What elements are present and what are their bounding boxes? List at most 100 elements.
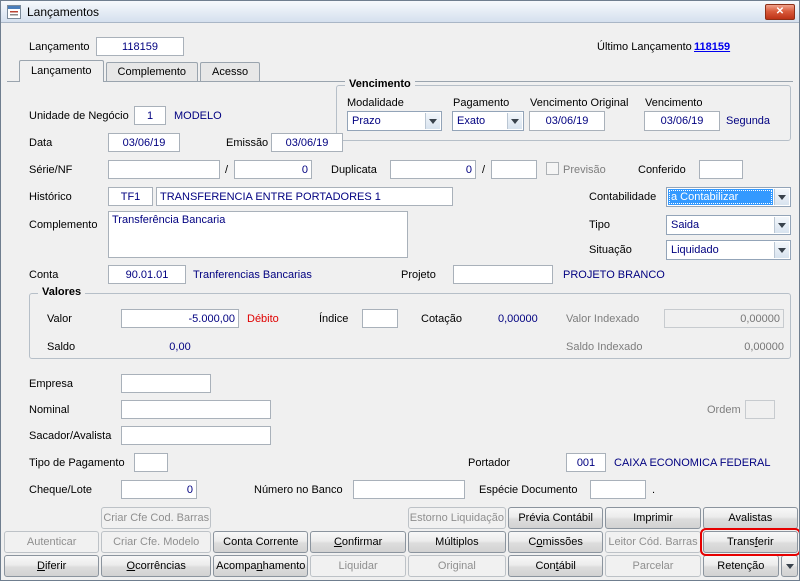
lancamento-label: Lançamento [29, 41, 90, 53]
pagamento-combobox[interactable]: Exato [452, 111, 524, 131]
cotacao-label: Cotação [421, 313, 462, 325]
button-comissoes[interactable]: Comissões [507, 531, 604, 553]
duplicata-input[interactable] [390, 160, 476, 179]
unidade-negocio-input[interactable] [134, 106, 166, 125]
lancamento-number-input[interactable] [96, 37, 184, 56]
tab-lancamento-label: Lançamento [31, 65, 92, 77]
empresa-input[interactable] [121, 374, 211, 393]
situacao-combobox[interactable]: Liquidado [666, 240, 791, 260]
situacao-label: Situação [589, 244, 632, 256]
button-diferir[interactable]: Diferir [4, 555, 100, 577]
tab-strip: Lançamento Complemento Acesso [19, 60, 261, 82]
tab-complemento[interactable]: Complemento [105, 62, 199, 81]
nominal-label: Nominal [29, 404, 70, 416]
modalidade-combobox[interactable]: Prazo [347, 111, 442, 131]
tipo-label: Tipo [589, 219, 610, 231]
button-grid: Criar Cfe Cod. Barras Estorno Liquidação P… [4, 507, 799, 577]
button-criar-cfe-modelo: Criar Cfe. Modelo [101, 531, 212, 553]
button-acompanhamento[interactable]: Acompanhamento [213, 555, 309, 577]
vencimento-original-input[interactable] [529, 111, 605, 131]
saldo-indexado-value: 0,00000 [744, 341, 784, 353]
contabilidade-combobox[interactable]: a Contabilizar [666, 187, 791, 207]
emissao-input[interactable] [271, 133, 343, 152]
serie-nf-separator: / [225, 164, 229, 176]
button-previa-contabil[interactable]: Prévia Contábil [507, 507, 604, 529]
sacador-avalista-label: Sacador/Avalista [29, 430, 112, 442]
portador-input[interactable] [566, 453, 606, 472]
button-conta-corrente[interactable]: Conta Corrente [213, 531, 309, 553]
ordem-label: Ordem [707, 404, 741, 416]
duplicata-label: Duplicata [331, 164, 377, 176]
tipo-combobox[interactable]: Saida [666, 215, 791, 235]
window-icon [7, 4, 21, 19]
serie-nf-input2[interactable] [234, 160, 312, 179]
tab-complemento-label: Complemento [117, 66, 187, 78]
button-parcelar: Parcelar [605, 555, 701, 577]
portador-label: Portador [468, 457, 511, 469]
button-retencao[interactable]: Retenção [702, 555, 779, 577]
pagamento-value: Exato [457, 115, 486, 127]
tipo-pagamento-input[interactable] [134, 453, 168, 472]
button-retencao-dropdown-arrow-icon[interactable] [781, 555, 798, 577]
vencimento-group-title: Vencimento [345, 78, 415, 90]
especie-documento-suffix: . [652, 484, 656, 496]
pagamento-label: Pagamento [453, 97, 510, 109]
data-input[interactable] [108, 133, 180, 152]
valor-input[interactable] [121, 309, 239, 328]
button-multiplos[interactable]: Múltiplos [407, 531, 506, 553]
projeto-input[interactable] [453, 265, 553, 284]
complemento-textarea[interactable]: Transferência Bancaria [108, 211, 408, 258]
duplicata-input2[interactable] [491, 160, 537, 179]
titlebar: Lançamentos ✕ [1, 1, 799, 23]
modalidade-dropdown-icon[interactable] [425, 113, 440, 129]
sacador-avalista-input[interactable] [121, 426, 271, 445]
tab-acesso[interactable]: Acesso [200, 62, 261, 81]
vencimento-label: Vencimento [645, 97, 703, 109]
valor-indexado-input [664, 309, 784, 328]
especie-documento-input[interactable] [590, 480, 646, 499]
tipo-value: Saida [671, 219, 700, 231]
numero-banco-input[interactable] [353, 480, 465, 499]
tab-acesso-label: Acesso [212, 66, 249, 78]
button-ocorrencias[interactable]: Ocorrências [101, 555, 212, 577]
historico-code-input[interactable] [108, 187, 153, 206]
data-label: Data [29, 137, 53, 149]
pagamento-dropdown-icon[interactable] [507, 113, 522, 129]
lancamentos-window: Lançamentos ✕ Lançamento Último Lançamen… [0, 0, 800, 581]
cheque-lote-input[interactable] [121, 480, 197, 499]
conta-input[interactable] [108, 265, 186, 284]
vencimento-input[interactable] [644, 111, 720, 131]
empty-button-cell [213, 507, 308, 529]
cotacao-value: 0,00000 [498, 313, 538, 325]
button-avalistas[interactable]: Avalistas [702, 507, 798, 529]
historico-label: Histórico [29, 191, 72, 203]
modalidade-value: Prazo [352, 115, 381, 127]
button-contabil[interactable]: Contábil [507, 555, 604, 577]
indice-label: Índice [319, 313, 349, 325]
historico-desc-input[interactable] [156, 187, 453, 206]
portador-desc: CAIXA ECONOMICA FEDERAL [614, 457, 771, 469]
duplicata-separator: / [482, 164, 486, 176]
contabilidade-dropdown-icon[interactable] [774, 189, 789, 205]
button-confirmar[interactable]: Confirmar [310, 531, 406, 553]
tab-lancamento[interactable]: Lançamento [19, 60, 104, 82]
situacao-dropdown-icon[interactable] [774, 242, 789, 258]
empty-button-cell [4, 507, 99, 529]
close-button[interactable]: ✕ [765, 4, 795, 20]
situacao-value: Liquidado [671, 244, 719, 256]
button-imprimir[interactable]: Imprimir [605, 507, 701, 529]
serie-nf-input[interactable] [108, 160, 220, 179]
ultimo-lancamento-link[interactable]: 118159 [694, 41, 730, 53]
especie-documento-label: Espécie Documento [479, 484, 578, 496]
indice-input[interactable] [362, 309, 398, 328]
contabilidade-label: Contabilidade [589, 191, 657, 203]
valor-label: Valor [47, 313, 72, 325]
conferido-input[interactable] [699, 160, 743, 179]
button-transferir[interactable]: Transferir [699, 528, 799, 556]
conta-desc: Tranferencias Bancarias [193, 269, 312, 281]
tipo-dropdown-icon[interactable] [774, 217, 789, 233]
complemento-label: Complemento [29, 219, 98, 231]
valor-indexado-label: Valor Indexado [566, 313, 640, 325]
nominal-input[interactable] [121, 400, 271, 419]
vencimento-weekday: Segunda [726, 115, 771, 127]
